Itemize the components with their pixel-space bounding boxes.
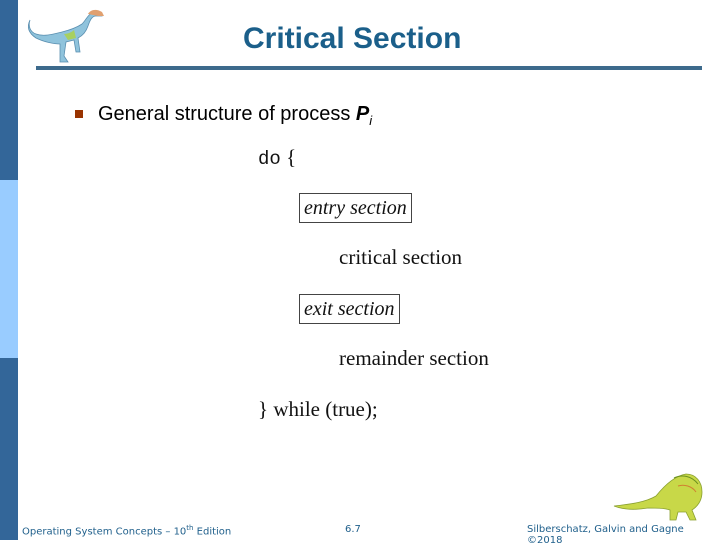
sidebar-segment-dark-bottom (0, 358, 18, 540)
page-number: 6.7 (345, 524, 361, 535)
bullet-icon (75, 110, 83, 118)
slide-title: Critical Section (243, 22, 462, 55)
dinosaur-icon (613, 473, 703, 521)
critical-section-label: critical section (339, 245, 463, 269)
dinosaur-icon (28, 9, 104, 63)
do-keyword: do (258, 148, 281, 170)
footer-book-prefix: Operating System Concepts – 10 (22, 526, 187, 538)
footer-book-suffix: Edition (193, 526, 232, 538)
process-symbol: Pi (355, 103, 373, 128)
footer-copyright: Silberschatz, Galvin and Gagne ©2018 (527, 524, 684, 546)
open-brace: { (286, 145, 297, 169)
footer-book-title: Operating System Concepts – 10th Edition (22, 524, 231, 537)
while-line: } while (true); (258, 397, 378, 421)
code-do-line: do { (258, 145, 296, 170)
bullet-text: General structure of process Pi (98, 103, 372, 128)
exit-section-box: exit section (299, 294, 400, 324)
entry-section-box: entry section (299, 193, 412, 223)
process-letter: P (355, 103, 370, 125)
sidebar-bar (0, 0, 18, 540)
sidebar-segment-light (0, 180, 18, 358)
process-subscript: i (369, 113, 373, 128)
bullet-label: General structure of process (98, 103, 356, 125)
remainder-section-label: remainder section (339, 346, 489, 370)
title-underline (36, 66, 702, 70)
sidebar-segment-dark-top (0, 0, 18, 180)
